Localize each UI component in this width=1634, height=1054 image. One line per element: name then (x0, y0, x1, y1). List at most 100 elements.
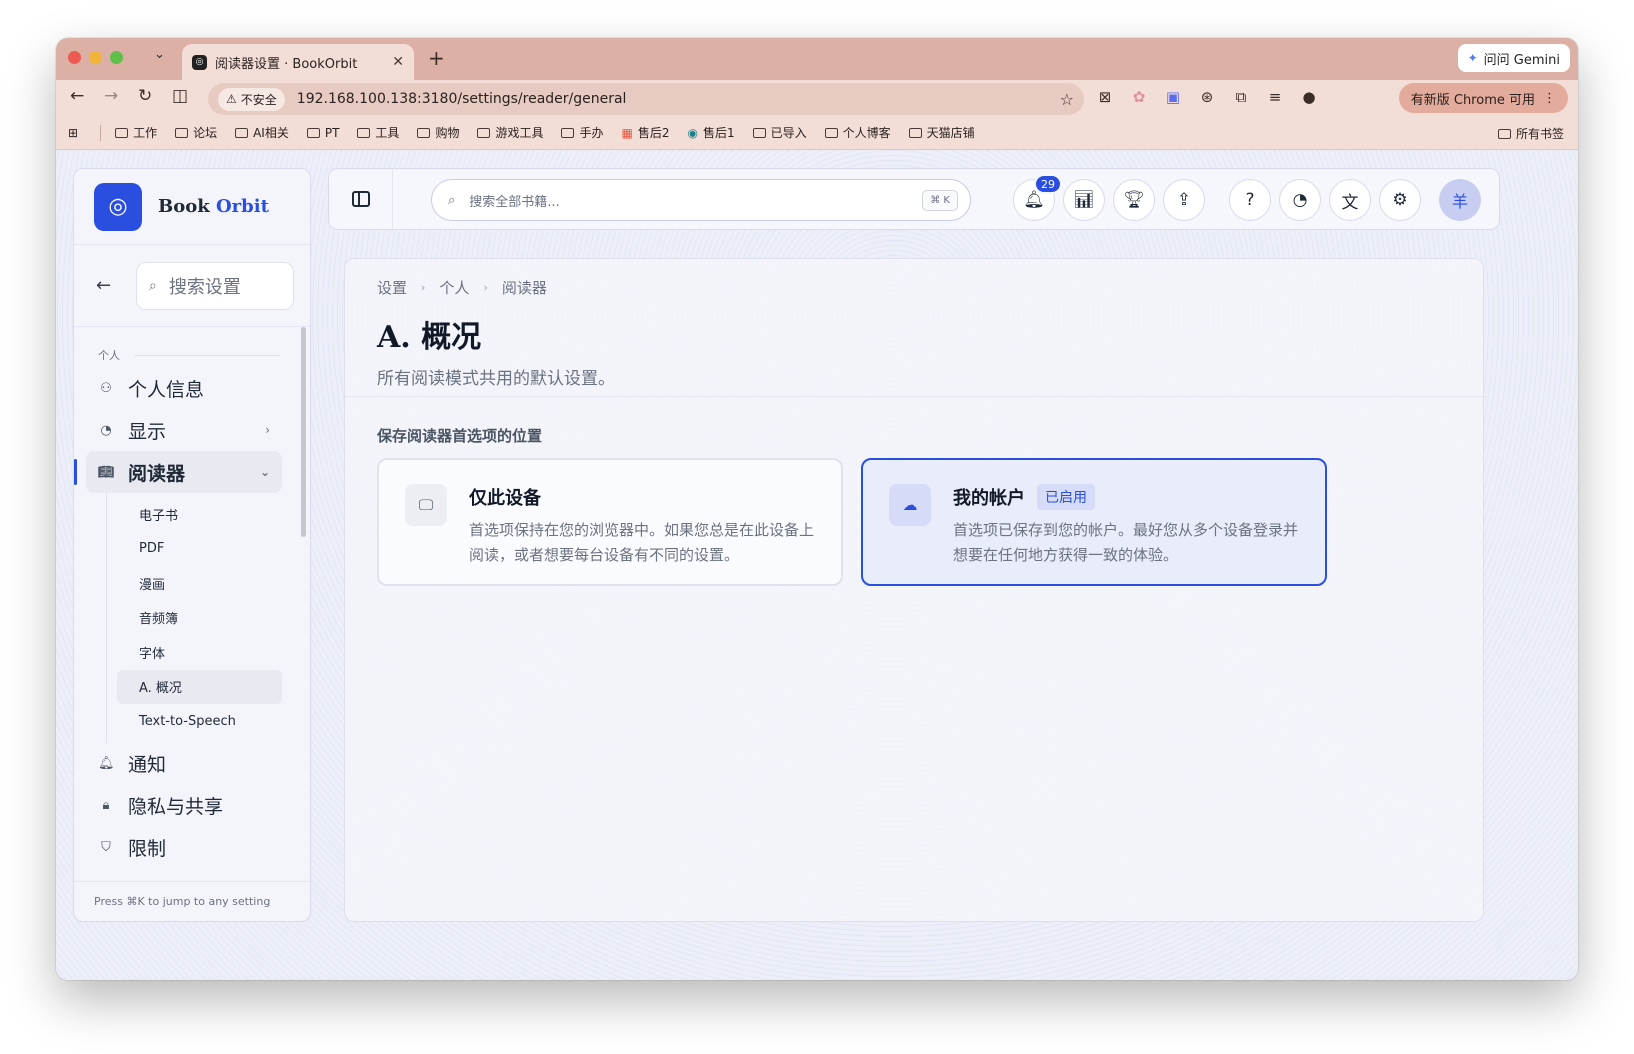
profile-avatar-icon[interactable]: ● (1300, 88, 1318, 106)
sidebar-item-restrictions[interactable]: ⛉ 限制 (86, 827, 282, 869)
sub-item-audiobook[interactable]: 音频簿 (117, 601, 282, 636)
apps-grid-icon[interactable]: ⊞ (68, 126, 78, 140)
site-favicon-icon: ◎ (192, 54, 207, 70)
bookmark-label: 售后1 (702, 126, 735, 140)
bookmark-folder[interactable]: 手办 (561, 124, 603, 141)
bookmark-folder[interactable]: 个人博客 (824, 124, 891, 141)
forward-icon[interactable]: → (104, 86, 118, 106)
folder-icon (235, 127, 249, 138)
security-chip[interactable]: ⚠ 不安全 (218, 87, 285, 111)
bookmark-folder[interactable]: 论坛 (175, 124, 217, 141)
extension-icon[interactable]: ▣ (1164, 88, 1182, 106)
section-divider (134, 354, 280, 356)
sub-item-general[interactable]: A. 概况 (117, 669, 282, 704)
bookmark-label: 游戏工具 (495, 126, 544, 140)
bookmark-folder[interactable]: AI相关 (235, 124, 289, 141)
storage-location-label: 保存阅读器首选项的位置 (377, 427, 543, 445)
notifications-button[interactable]: 🔔︎ 29 (1013, 174, 1062, 221)
achievements-button[interactable]: 🏆︎ (1113, 179, 1155, 221)
option-description: 首选项保持在您的浏览器中。如果您总是在此设备上阅读，或者想要每台设备有不同的设置… (469, 521, 815, 564)
more-menu-icon[interactable]: ⋮ (1543, 91, 1556, 106)
folder-icon (1497, 128, 1511, 139)
settings-button[interactable]: ⚙ (1379, 179, 1421, 221)
url-text[interactable]: 192.168.100.138:3180/settings/reader/gen… (297, 91, 1060, 107)
app-topbar: ⌕ 搜索全部书籍... ⌘ K 🔔︎ 29 📊︎ 🏆︎ ⇪ ? ◔ 文 ⚙ 羊 (328, 168, 1500, 230)
sub-item-fonts[interactable]: 字体 (117, 635, 282, 670)
option-this-device[interactable]: 🖵 仅此设备 首选项保持在您的浏览器中。如果您总是在此设备上阅读，或者想要每台设… (377, 458, 843, 586)
sidebar-item-profile[interactable]: ⚇ 个人信息 (86, 367, 282, 409)
breadcrumb-separator-icon: › (483, 281, 488, 294)
sub-item-pdf[interactable]: PDF (117, 532, 282, 567)
breadcrumb-item[interactable]: 阅读器 (502, 277, 547, 298)
sub-item-tts[interactable]: Text-to-Speech (117, 704, 282, 739)
notification-count-badge: 29 (1034, 174, 1062, 194)
bookmark-folder[interactable]: 天猫店铺 (908, 124, 975, 141)
book-search-placeholder: 搜索全部书籍... (469, 194, 560, 210)
sidebar-toggle-button[interactable] (329, 169, 393, 229)
language-button[interactable]: 文 (1329, 179, 1371, 221)
help-button[interactable]: ? (1229, 179, 1271, 221)
monitor-icon: 🖵 (405, 484, 447, 526)
orbit-logo-icon[interactable]: ◎ (94, 182, 142, 231)
address-bar[interactable]: ⚠ 不安全 192.168.100.138:3180/settings/read… (208, 83, 1084, 115)
tab-strip: ⌄ ◎ 阅读器设置 · BookOrbit ✕ + ✦ 问问 Gemini (56, 38, 1578, 80)
section-label-text: 个人 (98, 349, 120, 362)
reload-icon[interactable]: ↻ (138, 86, 152, 106)
new-tab-button[interactable]: + (428, 46, 445, 70)
bookmark-link[interactable]: ▦ 售后2 (621, 124, 669, 141)
bookmark-folder[interactable]: 购物 (417, 124, 459, 141)
bookmark-folder[interactable]: 已导入 (752, 124, 807, 141)
upload-button[interactable]: ⇪ (1163, 179, 1205, 221)
stats-button[interactable]: 📊︎ (1063, 179, 1105, 221)
chevron-down-icon: ⌄ (259, 465, 270, 479)
settings-search-input[interactable]: ⌕ 搜索设置 (136, 261, 294, 310)
back-icon[interactable]: ← (70, 86, 84, 106)
chrome-update-button[interactable]: 有新版 Chrome 可用 ⋮ (1398, 83, 1568, 113)
close-window-button[interactable] (68, 51, 81, 64)
gemini-button[interactable]: ✦ 问问 Gemini (1457, 44, 1570, 72)
bookmark-folder[interactable]: 工作 (115, 124, 157, 141)
side-panel-icon[interactable]: ◫ (172, 86, 188, 106)
all-bookmarks-button[interactable]: 所有书签 (1497, 125, 1564, 142)
zoom-window-button[interactable] (110, 51, 123, 64)
minimize-window-button[interactable] (89, 51, 102, 64)
extensions-puzzle-icon[interactable]: ⧉ (1232, 88, 1250, 106)
sidebar-item-privacy[interactable]: 🔒︎ 隐私与共享 (86, 785, 282, 827)
breadcrumb-item[interactable]: 个人 (439, 277, 469, 298)
bookmark-label: AI相关 (253, 126, 289, 140)
bookmark-folder[interactable]: 工具 (357, 124, 399, 141)
bookmark-label: 已导入 (770, 126, 807, 140)
user-avatar[interactable]: 羊 (1439, 179, 1481, 221)
bookmark-folder[interactable]: 游戏工具 (477, 124, 543, 141)
bookmark-label: 售后2 (637, 126, 670, 140)
tab-close-icon[interactable]: ✕ (392, 54, 404, 70)
sub-item-ebook[interactable]: 电子书 (117, 497, 282, 532)
bookmark-link[interactable]: ◉ 售后1 (687, 124, 734, 141)
theme-button[interactable]: ◔ (1279, 179, 1321, 221)
palette-icon: ◔ (1292, 190, 1308, 210)
breadcrumb-item[interactable]: 设置 (377, 277, 407, 298)
palette-icon: ◔ (100, 422, 112, 438)
extension-icon[interactable]: ✿ (1130, 88, 1148, 106)
screenshot-extension-icon[interactable]: ⊠ (1096, 88, 1114, 106)
option-my-account[interactable]: ☁ 我的帐户 已启用 首选项已保存到您的帐户。最好您从多个设备登录并想要在任何地… (861, 458, 1327, 586)
search-shortcut-hint: ⌘ K (922, 189, 958, 211)
media-queue-icon[interactable]: ≡ (1266, 88, 1284, 106)
page-title: A. 概况 (377, 320, 482, 355)
browser-toolbar: ← → ↻ ◫ ⚠ 不安全 192.168.100.138:3180/setti… (56, 80, 1578, 116)
update-label: 有新版 Chrome 可用 (1410, 92, 1535, 108)
page-subtitle: 所有阅读模式共用的默认设置。 (377, 369, 615, 389)
sidebar-item-display[interactable]: ◔ 显示 › (86, 409, 282, 451)
folder-icon (175, 127, 189, 138)
tab-search-chevron-icon[interactable]: ⌄ (154, 47, 165, 62)
book-search-input[interactable]: ⌕ 搜索全部书籍... ⌘ K (431, 179, 971, 221)
openai-extension-icon[interactable]: ⊛ (1198, 88, 1216, 106)
sidebar-item-reader[interactable]: 📖︎ 阅读器 ⌄ (74, 451, 282, 493)
sub-item-comics[interactable]: 漫画 (117, 566, 282, 601)
shield-icon: ⛉ (101, 840, 111, 855)
browser-tab[interactable]: ◎ 阅读器设置 · BookOrbit ✕ (182, 44, 414, 80)
bookmark-star-icon[interactable]: ☆ (1060, 90, 1074, 109)
bookmark-folder[interactable]: PT (306, 126, 339, 140)
back-arrow-icon[interactable]: ← (96, 275, 122, 296)
sidebar-item-notifications[interactable]: 🔔︎ 通知 (86, 743, 282, 785)
